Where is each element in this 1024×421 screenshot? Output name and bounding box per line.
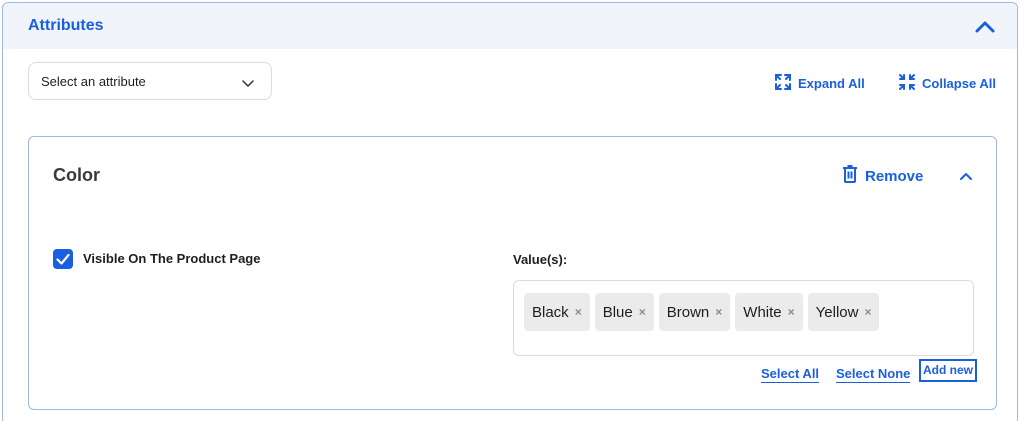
select-none-button[interactable]: Select None <box>836 366 911 383</box>
panel-header[interactable]: Attributes <box>3 3 1017 49</box>
trash-icon <box>842 165 858 187</box>
value-tags: Black × Blue × Brown × White × Yellow × <box>524 293 880 331</box>
value-tag: White × <box>735 293 803 331</box>
panel-title: Attributes <box>28 17 104 34</box>
close-icon[interactable]: × <box>575 305 582 319</box>
chevron-up-icon[interactable] <box>973 16 997 38</box>
value-tag-label: White <box>743 303 782 321</box>
attribute-name: Color <box>53 165 100 185</box>
close-icon[interactable]: × <box>864 305 871 319</box>
expand-all-label: Expand All <box>798 76 865 91</box>
collapse-all-label: Collapse All <box>922 76 996 91</box>
values-input[interactable]: Black × Blue × Brown × White × Yellow × <box>513 280 974 356</box>
value-tag-label: Brown <box>666 303 710 321</box>
value-tag-label: Black <box>532 303 569 321</box>
attribute-select-value: Select an attribute <box>41 74 146 89</box>
add-new-button[interactable]: Add new <box>919 359 977 382</box>
remove-label: Remove <box>865 167 924 185</box>
attributes-panel: Attributes Select an attribute Expand Al… <box>2 2 1018 421</box>
close-icon[interactable]: × <box>788 305 795 319</box>
chevron-up-icon[interactable] <box>959 170 973 182</box>
value-tag: Yellow × <box>807 293 880 331</box>
value-tag: Blue × <box>594 293 654 331</box>
collapse-icon <box>898 73 916 94</box>
close-icon[interactable]: × <box>715 305 722 319</box>
value-tag-label: Yellow <box>815 303 859 321</box>
visible-checkbox[interactable] <box>53 249 73 269</box>
attribute-card: Color Remove Visible On The Product Page… <box>28 136 997 410</box>
value-tag: Brown × <box>658 293 731 331</box>
expand-all-button[interactable]: Expand All <box>774 73 865 94</box>
select-all-button[interactable]: Select All <box>761 366 820 383</box>
chevron-down-icon <box>241 76 255 88</box>
close-icon[interactable]: × <box>639 305 646 319</box>
visible-label: Visible On The Product Page <box>83 251 261 266</box>
values-label: Value(s): <box>513 252 568 267</box>
attribute-select[interactable]: Select an attribute <box>28 62 272 100</box>
collapse-all-button[interactable]: Collapse All <box>898 73 996 94</box>
value-tag-label: Blue <box>602 303 633 321</box>
expand-icon <box>774 73 792 94</box>
remove-button[interactable]: Remove <box>842 165 923 187</box>
value-tag: Black × <box>524 293 590 331</box>
checkmark-icon <box>56 253 70 265</box>
